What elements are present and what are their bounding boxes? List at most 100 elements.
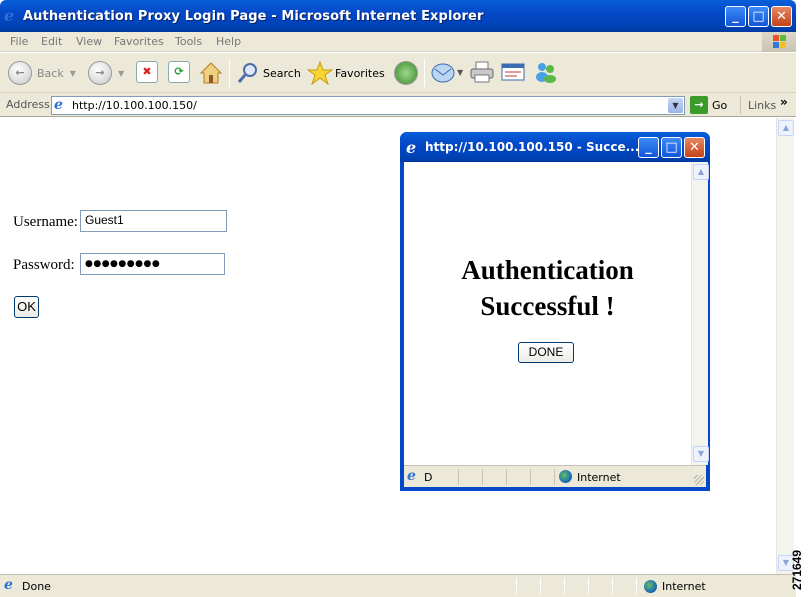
menu-bar: File Edit View Favorites Tools Help xyxy=(0,32,796,52)
print-button[interactable] xyxy=(470,61,494,83)
page-scrollbar[interactable]: ▲ ▼ xyxy=(776,118,794,574)
ie-icon: e xyxy=(4,6,15,25)
menu-edit[interactable]: Edit xyxy=(41,35,62,48)
popup-scrollbar[interactable]: ▲ ▼ xyxy=(691,162,709,465)
popup-status-bar: e D Internet xyxy=(404,465,706,487)
address-url: http://10.100.100.150/ xyxy=(72,99,197,112)
menu-favorites[interactable]: Favorites xyxy=(114,35,164,48)
popup-close-button[interactable]: ✕ xyxy=(684,137,705,158)
stop-icon: ✖ xyxy=(136,61,158,83)
back-label: Back xyxy=(37,66,64,80)
windows-logo xyxy=(762,32,796,52)
close-button[interactable]: ✕ xyxy=(771,6,792,27)
messenger-icon xyxy=(536,63,556,83)
scroll-up-icon[interactable]: ▲ xyxy=(778,120,794,136)
password-input[interactable]: ●●●●●●●●● xyxy=(80,253,225,275)
toolbar: ← Back ▼ → ▼ ✖ ⟳ Search Favorites ▼ xyxy=(0,53,796,93)
favorites-button[interactable]: Favorites xyxy=(307,61,385,85)
links-chevron-icon[interactable]: » xyxy=(780,95,788,109)
close-icon: ✕ xyxy=(776,9,787,24)
status-divider xyxy=(636,578,637,594)
printer-icon xyxy=(470,61,494,83)
username-label: Username: xyxy=(13,214,78,230)
address-input[interactable]: e http://10.100.100.150/ ▼ xyxy=(51,96,685,115)
mail-button[interactable]: ▼ xyxy=(431,61,463,83)
status-page-icon: e xyxy=(4,577,13,593)
ok-button[interactable]: OK xyxy=(14,296,39,318)
mail-dropdown-icon: ▼ xyxy=(457,67,464,77)
messenger-button[interactable] xyxy=(534,61,558,83)
back-arrow-icon: ← xyxy=(8,61,32,85)
status-divider xyxy=(612,578,613,594)
refresh-icon: ⟳ xyxy=(168,61,190,83)
forward-button[interactable]: → ▼ xyxy=(88,61,124,85)
minimize-icon: _ xyxy=(645,140,652,155)
popup-status-text: D xyxy=(424,471,433,484)
history-button[interactable] xyxy=(394,61,418,85)
search-icon xyxy=(237,63,257,83)
links-button[interactable]: Links xyxy=(748,99,776,112)
back-dropdown-icon: ▼ xyxy=(69,68,76,78)
address-bar: Address e http://10.100.100.150/ ▼ → Go … xyxy=(0,93,796,117)
menu-help[interactable]: Help xyxy=(216,35,241,48)
close-icon: ✕ xyxy=(689,140,700,155)
maximize-button[interactable]: □ xyxy=(748,6,769,27)
edit-button[interactable] xyxy=(501,61,525,83)
page-icon: e xyxy=(54,97,63,113)
popup-maximize-button[interactable]: □ xyxy=(661,137,682,158)
popup-minimize-button[interactable]: _ xyxy=(638,137,659,158)
minimize-button[interactable]: _ xyxy=(725,6,746,27)
search-label: Search xyxy=(263,66,301,80)
popup-title-bar: e http://10.100.100.150 - Succe... _ □ ✕ xyxy=(400,132,710,162)
minimize-icon: _ xyxy=(732,9,739,24)
auth-message: Authentication Successful ! xyxy=(404,252,691,324)
forward-dropdown-icon: ▼ xyxy=(118,68,125,78)
address-label: Address xyxy=(6,98,50,111)
popup-status-zone: Internet xyxy=(577,471,621,484)
figure-id-text: 271649 xyxy=(790,549,805,591)
forward-arrow-icon: → xyxy=(88,61,112,85)
history-icon xyxy=(394,61,418,85)
scroll-down-icon[interactable]: ▼ xyxy=(693,446,709,462)
username-input[interactable]: Guest1 xyxy=(80,210,227,232)
favorites-label: Favorites xyxy=(335,66,385,80)
mail-icon xyxy=(431,63,455,83)
go-arrow-icon[interactable]: → xyxy=(690,96,708,114)
go-button[interactable]: Go xyxy=(712,99,727,112)
window-title-bar: e Authentication Proxy Login Page - Micr… xyxy=(0,0,796,32)
auth-message-line1: Authentication xyxy=(461,255,634,285)
edit-page-icon xyxy=(501,63,525,81)
status-divider xyxy=(516,578,517,594)
status-divider xyxy=(530,469,531,485)
status-divider xyxy=(540,578,541,594)
resize-grip-icon[interactable] xyxy=(694,475,704,485)
refresh-button[interactable]: ⟳ xyxy=(168,61,190,83)
status-divider xyxy=(506,469,507,485)
status-zone: Internet xyxy=(662,580,706,593)
menu-file[interactable]: File xyxy=(10,35,28,48)
search-button[interactable]: Search xyxy=(236,61,301,85)
status-divider xyxy=(588,578,589,594)
status-divider xyxy=(554,469,555,485)
globe-icon xyxy=(644,580,657,596)
figure-id: 271649 xyxy=(790,545,812,597)
auth-message-line2: Successful ! xyxy=(480,291,615,321)
stop-button[interactable]: ✖ xyxy=(136,61,158,83)
popup-status-page-icon: e xyxy=(407,468,416,484)
globe-icon xyxy=(559,470,572,486)
status-divider xyxy=(564,578,565,594)
password-label: Password: xyxy=(13,257,75,273)
address-dropdown-icon[interactable]: ▼ xyxy=(668,98,683,113)
scroll-up-icon[interactable]: ▲ xyxy=(693,164,709,180)
popup-window: e http://10.100.100.150 - Succe... _ □ ✕… xyxy=(400,132,710,491)
home-button[interactable] xyxy=(199,61,223,85)
back-button[interactable]: ← Back ▼ xyxy=(8,61,76,85)
menu-view[interactable]: View xyxy=(76,35,102,48)
toolbar-divider xyxy=(229,59,230,87)
maximize-icon: □ xyxy=(665,140,678,155)
status-divider xyxy=(482,469,483,485)
home-icon xyxy=(199,62,223,84)
status-text: Done xyxy=(22,580,51,593)
menu-tools[interactable]: Tools xyxy=(175,35,202,48)
done-button[interactable]: DONE xyxy=(518,342,574,363)
